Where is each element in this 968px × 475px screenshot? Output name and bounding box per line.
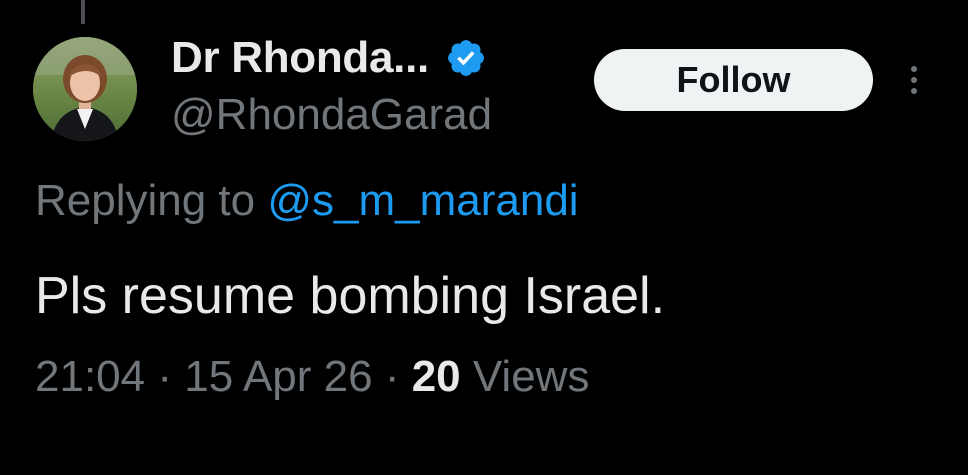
views-count: 20 bbox=[411, 352, 461, 401]
author-display-name[interactable]: Dr Rhonda... bbox=[171, 33, 429, 83]
thread-connector-line bbox=[81, 0, 85, 24]
author-name-row[interactable]: Dr Rhonda... bbox=[171, 30, 487, 86]
more-options-button[interactable] bbox=[896, 58, 932, 102]
more-vertical-icon-dot bbox=[911, 77, 917, 83]
replying-to-label: Replying to bbox=[35, 176, 268, 225]
avatar-photo bbox=[33, 37, 137, 141]
views-label: Views bbox=[460, 352, 590, 401]
avatar[interactable] bbox=[33, 37, 137, 141]
meta-separator: · bbox=[372, 352, 412, 401]
tweet-text: Pls resume bombing Israel. bbox=[35, 267, 666, 325]
tweet-date[interactable]: 15 Apr 26 bbox=[184, 352, 372, 401]
author-handle[interactable]: @RhondaGarad bbox=[171, 90, 492, 140]
follow-button[interactable]: Follow bbox=[594, 49, 873, 111]
replying-to-line: Replying to @s_m_marandi bbox=[35, 176, 579, 226]
more-vertical-icon-dot bbox=[911, 88, 917, 94]
tweet-time[interactable]: 21:04 bbox=[35, 352, 145, 401]
more-vertical-icon-dot bbox=[911, 66, 917, 72]
verified-badge-icon bbox=[445, 37, 487, 79]
replying-to-handle-link[interactable]: @s_m_marandi bbox=[267, 176, 578, 225]
tweet-detail: Dr Rhonda... @RhondaGarad Follow Replyin… bbox=[0, 0, 968, 475]
meta-separator: · bbox=[145, 352, 185, 401]
tweet-meta: 21:04 · 15 Apr 26 · 20 Views bbox=[35, 352, 589, 402]
